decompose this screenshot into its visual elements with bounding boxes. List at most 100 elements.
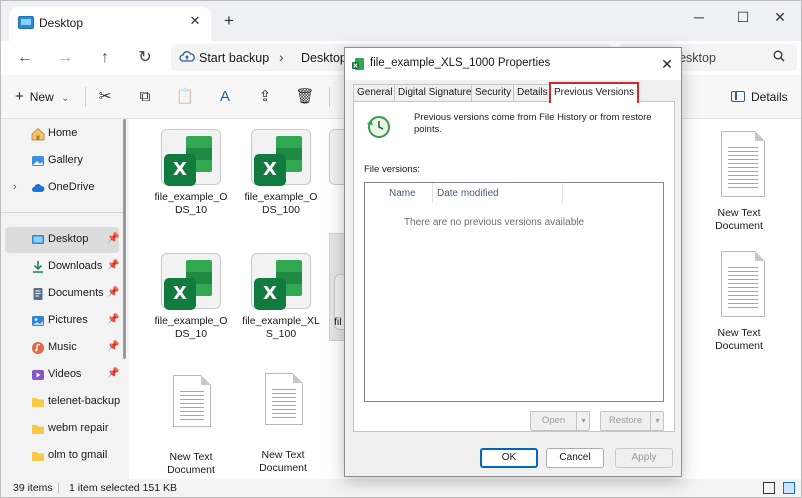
pin-icon: 📌 (107, 287, 120, 298)
text-document-icon (721, 131, 765, 197)
navigation-pane: Home Gallery › OneDrive Desktop 📌 Downlo… (1, 119, 125, 479)
delete-icon[interactable]: 🗑 (295, 87, 315, 107)
sidebar-item-onedrive[interactable]: › OneDrive (5, 175, 119, 201)
gallery-icon (32, 156, 44, 166)
back-button[interactable]: ← (13, 46, 37, 70)
file-item[interactable]: X file_example_ODS_10 (151, 123, 231, 243)
file-item[interactable]: New Text Document (151, 375, 231, 495)
column-divider[interactable] (432, 183, 433, 203)
search-icon (773, 50, 785, 62)
excel-file-icon: X (161, 253, 221, 310)
file-item[interactable]: New Text Document (699, 251, 779, 371)
tab-digital-signatures[interactable]: Digital Signatures (394, 84, 481, 102)
large-icons-view-icon[interactable] (783, 482, 795, 494)
open-button[interactable]: Open (531, 412, 576, 430)
dialog-tabs: General Digital Signatures Security Deta… (353, 82, 675, 103)
tab-previous-versions[interactable]: Previous Versions (549, 82, 640, 103)
sidebar-item-gallery[interactable]: Gallery (5, 148, 119, 174)
chevron-down-icon: ⌄ (61, 93, 70, 104)
selection-info: 1 item selected 151 KB (69, 482, 177, 494)
chevron-down-icon[interactable]: ▾ (650, 412, 664, 430)
sidebar-item-desktop[interactable]: Desktop 📌 (5, 227, 119, 253)
copy-icon[interactable]: ⧉ (135, 87, 155, 107)
file-item[interactable]: New Text Document (243, 373, 323, 493)
file-item-selected[interactable]: fil (329, 233, 345, 341)
status-divider (58, 483, 59, 493)
folder-icon (32, 398, 44, 407)
file-name: file_example_ODS_100 (244, 191, 318, 216)
excel-badge: X (254, 154, 286, 186)
tab-close-icon[interactable]: ✕ (186, 12, 204, 30)
title-bar: Desktop ✕ + ─ ☐ ✕ (1, 1, 801, 41)
sidebar-item-home[interactable]: Home (5, 121, 119, 147)
sidebar-item-label: webm repair (48, 422, 109, 434)
sidebar-item-videos[interactable]: Videos 📌 (5, 362, 119, 388)
refresh-button[interactable]: ↻ (133, 46, 157, 70)
rename-icon[interactable]: A (215, 87, 235, 107)
sidebar-item-telenet-backup[interactable]: telenet-backup (5, 389, 121, 415)
file-item[interactable]: X file_example_ODS_100 (241, 123, 321, 243)
sidebar-item-label: Documents (48, 287, 104, 299)
tab-security[interactable]: Security (471, 84, 516, 102)
column-header-name[interactable]: Name (389, 188, 416, 199)
sidebar-item-label: Music (48, 341, 77, 353)
sidebar-item-webm-repair[interactable]: webm repair (5, 416, 119, 442)
file-versions-list[interactable]: Name Date modified There are no previous… (364, 182, 664, 402)
chevron-down-icon[interactable]: ▾ (576, 412, 590, 430)
pin-icon: 📌 (107, 233, 120, 244)
cancel-button[interactable]: Cancel (546, 448, 604, 468)
restore-split-button[interactable]: Restore ▾ (600, 411, 664, 431)
close-window-button[interactable]: ✕ (758, 7, 802, 27)
sidebar-scrollbar[interactable] (123, 119, 126, 359)
file-item[interactable]: New Text Document (699, 131, 779, 251)
sidebar-item-pictures[interactable]: Pictures 📌 (5, 308, 119, 334)
sidebar-item-label: Desktop (48, 233, 89, 245)
tab-desktop[interactable]: Desktop ✕ (9, 7, 211, 41)
apply-button[interactable]: Apply (615, 448, 673, 468)
details-view-icon[interactable] (763, 482, 775, 494)
sidebar-item-label: Downloads (48, 260, 103, 272)
sidebar-item-downloads[interactable]: Downloads 📌 (5, 254, 119, 280)
file-item[interactable] (329, 123, 345, 243)
sidebar-item-label: Pictures (48, 314, 88, 326)
ok-button[interactable]: OK (480, 448, 538, 468)
file-versions-label: File versions: (364, 164, 420, 175)
file-item[interactable]: X file_example_XLS_100 (241, 247, 321, 367)
sidebar-item-label: Gallery (48, 154, 83, 166)
text-document-icon (173, 375, 211, 427)
tab-details[interactable]: Details (513, 84, 552, 102)
dialog-close-button[interactable]: ✕ (657, 54, 677, 74)
excel-file-icon: X (251, 253, 311, 310)
cloud-icon (32, 184, 45, 192)
restore-button[interactable]: Restore (601, 412, 650, 430)
cut-icon[interactable]: ✂ (95, 87, 115, 107)
up-button[interactable]: ↑ (93, 46, 117, 70)
sidebar-item-olm-to-gmail[interactable]: olm to gmail (5, 443, 119, 469)
breadcrumb-chevron-icon[interactable]: › (279, 49, 284, 65)
sidebar-item-label: telenet-backup (48, 395, 121, 407)
minimize-button[interactable]: ─ (677, 7, 721, 27)
sidebar-item-label: Home (48, 127, 78, 139)
expand-chevron-icon[interactable]: › (13, 181, 17, 193)
sidebar-item-documents[interactable]: Documents 📌 (5, 281, 119, 307)
tab-general[interactable]: General (353, 84, 397, 102)
text-document-icon (265, 373, 303, 425)
new-button[interactable]: + New ⌄ (15, 87, 70, 107)
column-divider[interactable] (562, 183, 563, 203)
paste-icon[interactable]: 📋 (175, 87, 195, 107)
file-name: New Text Document (259, 449, 307, 474)
details-label: Details (751, 90, 788, 104)
new-tab-button[interactable]: + (219, 11, 239, 31)
breadcrumb-desktop[interactable]: Desktop (301, 51, 347, 65)
forward-button[interactable]: → (53, 46, 77, 70)
file-name: file_example_ODS_10 (154, 315, 228, 340)
toolbar-divider (85, 87, 86, 107)
column-header-date-modified[interactable]: Date modified (437, 188, 499, 199)
share-icon[interactable]: ⇪ (255, 87, 275, 107)
file-item[interactable]: X file_example_ODS_10 (151, 247, 231, 367)
details-pane-button[interactable]: Details (731, 87, 788, 107)
excel-file-icon (329, 129, 345, 185)
sidebar-item-music[interactable]: Music 📌 (5, 335, 119, 361)
start-backup-link[interactable]: Start backup (199, 51, 269, 65)
open-split-button[interactable]: Open ▾ (530, 411, 590, 431)
